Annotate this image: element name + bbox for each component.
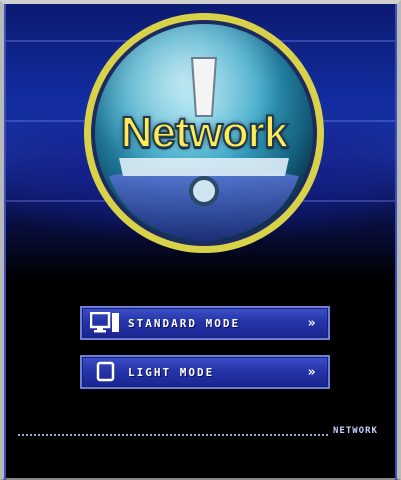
footer-divider [18, 434, 328, 436]
light-mode-label: LIGHT MODE [128, 365, 215, 379]
standard-mode-label: STANDARD MODE [128, 316, 241, 330]
standard-mode-button[interactable]: STANDARD MODE » [80, 306, 330, 340]
logo-text: Network [120, 107, 290, 158]
network-logo: Network [79, 8, 329, 258]
frame-edge-right [395, 4, 397, 480]
chevron-right-icon: » [307, 364, 316, 380]
chevron-right-icon: » [307, 315, 316, 331]
monitor-icon [88, 308, 122, 338]
square-icon [88, 357, 122, 387]
light-mode-button[interactable]: LIGHT MODE » [80, 355, 330, 389]
footer-label: NETWORK [333, 426, 378, 436]
